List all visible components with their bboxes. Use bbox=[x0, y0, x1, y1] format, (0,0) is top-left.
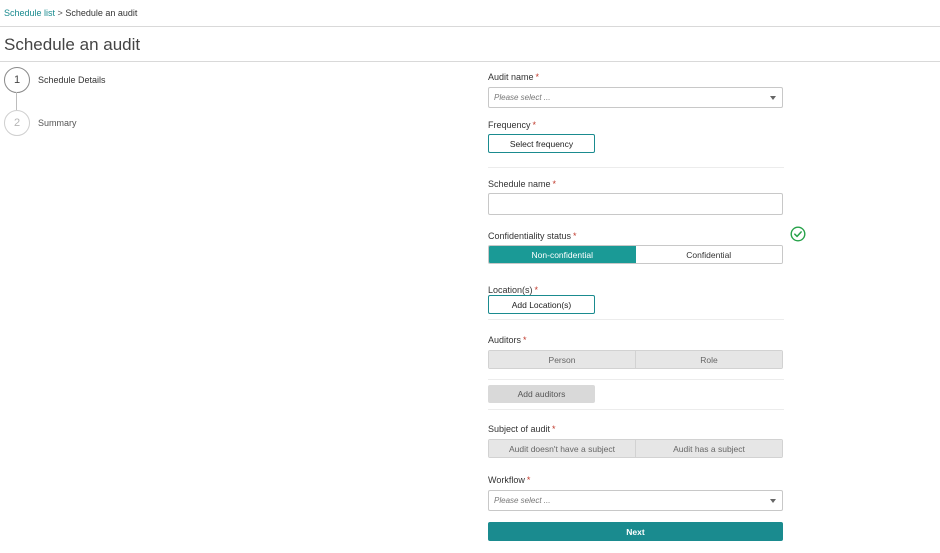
confidential-option[interactable]: Confidential bbox=[635, 246, 782, 263]
audit-name-select[interactable]: Please select ... bbox=[488, 87, 783, 108]
section-divider bbox=[488, 379, 784, 380]
check-circle-icon bbox=[790, 226, 806, 242]
breadcrumb: Schedule list > Schedule an audit bbox=[4, 8, 137, 18]
step-label: Summary bbox=[38, 118, 77, 128]
confidentiality-label: Confidentiality status * bbox=[488, 231, 577, 241]
select-placeholder: Please select ... bbox=[494, 93, 551, 102]
frequency-label: Frequency * bbox=[488, 120, 537, 130]
schedule-name-label: Schedule name * bbox=[488, 179, 557, 189]
add-auditors-button[interactable]: Add auditors bbox=[488, 385, 595, 403]
locations-label: Location(s) * bbox=[488, 285, 539, 295]
chevron-down-icon bbox=[770, 499, 776, 503]
header-divider bbox=[0, 26, 940, 27]
step-summary[interactable]: 2 Summary bbox=[4, 110, 77, 136]
page-title: Schedule an audit bbox=[4, 35, 141, 54]
person-option[interactable]: Person bbox=[489, 351, 635, 368]
workflow-select[interactable]: Please select ... bbox=[488, 490, 783, 511]
non-confidential-option[interactable]: Non-confidential bbox=[489, 246, 636, 263]
subject-toggle: Audit doesn't have a subject Audit has a… bbox=[488, 439, 783, 458]
confidentiality-toggle: Non-confidential Confidential bbox=[488, 245, 783, 264]
add-locations-button[interactable]: Add Location(s) bbox=[488, 295, 595, 314]
breadcrumb-link-schedule-list[interactable]: Schedule list bbox=[4, 8, 55, 18]
breadcrumb-current: Schedule an audit bbox=[65, 8, 138, 18]
select-frequency-button[interactable]: Select frequency bbox=[488, 134, 595, 153]
subject-label: Subject of audit * bbox=[488, 424, 556, 434]
chevron-down-icon bbox=[770, 96, 776, 100]
no-subject-option[interactable]: Audit doesn't have a subject bbox=[489, 440, 635, 457]
schedule-name-input[interactable] bbox=[488, 193, 783, 215]
step-number: 2 bbox=[4, 110, 30, 136]
select-placeholder: Please select ... bbox=[494, 496, 551, 505]
audit-name-label: Audit name * bbox=[488, 72, 540, 82]
has-subject-option[interactable]: Audit has a subject bbox=[635, 440, 782, 457]
auditors-type-toggle: Person Role bbox=[488, 350, 783, 369]
step-label: Schedule Details bbox=[38, 75, 106, 85]
title-divider bbox=[0, 61, 940, 62]
role-option[interactable]: Role bbox=[635, 351, 782, 368]
step-schedule-details[interactable]: 1 Schedule Details bbox=[4, 67, 106, 93]
breadcrumb-separator: > bbox=[57, 8, 63, 18]
workflow-label: Workflow * bbox=[488, 475, 531, 485]
step-connector bbox=[16, 92, 17, 110]
auditors-label: Auditors * bbox=[488, 335, 527, 345]
section-divider bbox=[488, 319, 784, 320]
step-number: 1 bbox=[4, 67, 30, 93]
section-divider bbox=[488, 167, 784, 168]
section-divider bbox=[488, 409, 784, 410]
next-button[interactable]: Next bbox=[488, 522, 783, 541]
